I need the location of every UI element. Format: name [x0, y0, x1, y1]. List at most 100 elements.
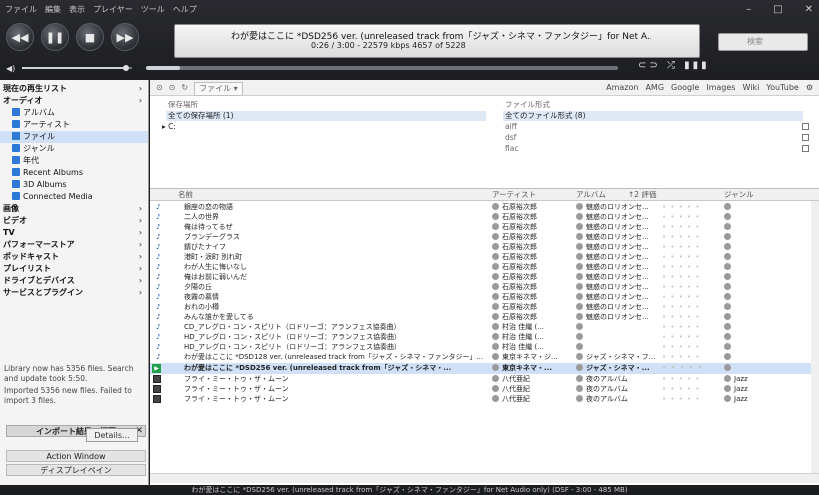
rating-stars[interactable]: • • • • • [662, 273, 720, 282]
rating-stars[interactable]: • • • • • [662, 293, 720, 302]
sidebar-item[interactable]: ジャンル [0, 143, 148, 155]
menu-item[interactable]: プレイヤー [92, 2, 134, 18]
info-icon[interactable] [492, 303, 499, 310]
sidebar-item[interactable]: ファイル [0, 131, 148, 143]
file-view-dropdown[interactable]: ファイル ▾ [194, 82, 243, 96]
info-icon[interactable] [576, 223, 583, 230]
info-icon[interactable] [724, 323, 731, 330]
info-icon[interactable] [576, 375, 583, 382]
sidebar-item[interactable]: 年代 [0, 155, 148, 167]
rating-stars[interactable]: • • • • • [662, 353, 720, 362]
info-icon[interactable] [492, 333, 499, 340]
rating-stars[interactable]: • • • • • [662, 283, 720, 292]
info-icon[interactable] [492, 233, 499, 240]
info-icon[interactable] [576, 233, 583, 240]
sidebar-item[interactable]: サービスとプラグイン › [0, 287, 148, 299]
web-link[interactable]: Amazon [606, 82, 638, 94]
info-icon[interactable] [724, 333, 731, 340]
table-row[interactable]: ♪ みんな誰かを愛してる 石原裕次郎 魅惑のロリオンセ... • • • • • [150, 313, 812, 322]
info-icon[interactable] [576, 333, 583, 340]
location-filter-item[interactable]: 全ての保存場所 (1) [166, 111, 486, 121]
info-icon[interactable] [576, 203, 583, 210]
horizontal-scrollbar[interactable] [150, 473, 819, 483]
info-icon[interactable] [492, 395, 499, 402]
info-icon[interactable] [576, 353, 583, 360]
web-link[interactable]: YouTube [766, 82, 799, 94]
web-link[interactable]: Wiki [742, 82, 759, 94]
back-icon[interactable]: ⊙ [156, 82, 163, 96]
pause-button[interactable]: ❚❚ [41, 23, 69, 51]
gear-icon[interactable]: ⚙ [806, 82, 813, 94]
rating-stars[interactable]: • • • • • [662, 203, 720, 212]
column-genre[interactable]: ジャンル [724, 189, 754, 201]
location-filter-item[interactable]: ▸ C: [160, 122, 480, 132]
info-icon[interactable] [492, 364, 499, 371]
info-icon[interactable] [724, 213, 731, 220]
info-icon[interactable] [576, 323, 583, 330]
web-link[interactable]: Images [706, 82, 735, 94]
column-rating[interactable]: ↑2 評価 [628, 189, 656, 201]
format-filter-item[interactable]: dsf [505, 133, 785, 143]
info-icon[interactable] [576, 313, 583, 320]
info-icon[interactable] [492, 203, 499, 210]
info-icon[interactable] [724, 293, 731, 300]
sidebar-item[interactable]: パフォーマーストア › [0, 239, 148, 251]
menu-item[interactable]: ファイル [4, 2, 38, 18]
rating-stars[interactable]: • • • • • [662, 263, 720, 272]
rating-stars[interactable]: • • • • • [662, 213, 720, 222]
checkbox[interactable] [802, 134, 809, 141]
info-icon[interactable] [576, 253, 583, 260]
rating-stars[interactable]: • • • • • [662, 363, 720, 374]
rating-stars[interactable]: • • • • • [662, 385, 720, 394]
info-icon[interactable] [576, 343, 583, 350]
info-icon[interactable] [492, 385, 499, 392]
sidebar-item[interactable]: ポッドキャスト › [0, 251, 148, 263]
info-icon[interactable] [576, 385, 583, 392]
column-album[interactable]: アルバム [576, 189, 606, 201]
sidebar-header[interactable]: 現在の再生リスト › [0, 83, 148, 95]
vertical-scrollbar[interactable] [811, 201, 819, 473]
table-row[interactable]: ♪ 銀座の恋の物語 石原裕次郎 魅惑のロリオンセ... • • • • • [150, 203, 812, 212]
sidebar-item[interactable]: プレイリスト › [0, 263, 148, 275]
table-row[interactable]: ♪ わが人生に悔いなし 石原裕次郎 魅惑のロリオンセ... • • • • • [150, 263, 812, 272]
sidebar-item[interactable]: TV › [0, 227, 148, 239]
maximize-icon[interactable]: □ [773, 2, 782, 18]
close-icon[interactable]: ✕ [805, 2, 813, 18]
table-row[interactable]: ♪ わが愛はここに *DSD128 ver. (unreleased track … [150, 353, 812, 362]
info-icon[interactable] [492, 253, 499, 260]
info-icon[interactable] [724, 353, 731, 360]
info-icon[interactable] [492, 343, 499, 350]
info-icon[interactable] [724, 385, 731, 392]
info-icon[interactable] [492, 263, 499, 270]
info-icon[interactable] [724, 343, 731, 350]
refresh-icon[interactable]: ↻ [181, 82, 188, 96]
rating-stars[interactable]: • • • • • [662, 343, 720, 352]
previous-button[interactable]: ◀◀ [6, 23, 34, 51]
info-icon[interactable] [576, 395, 583, 402]
rating-stars[interactable]: • • • • • [662, 223, 720, 232]
info-icon[interactable] [724, 263, 731, 270]
checkbox[interactable] [802, 145, 809, 152]
table-row[interactable]: ♪ 俺は待ってるぜ 石原裕次郎 魅惑のロリオンセ... • • • • • [150, 223, 812, 232]
info-icon[interactable] [492, 323, 499, 330]
action-window-button[interactable]: Action Window [6, 450, 146, 462]
seek-bar[interactable] [146, 66, 618, 70]
info-icon[interactable] [492, 273, 499, 280]
info-icon[interactable] [492, 353, 499, 360]
info-icon[interactable] [492, 213, 499, 220]
rating-stars[interactable]: • • • • • [662, 333, 720, 342]
info-icon[interactable] [724, 223, 731, 230]
info-icon[interactable] [492, 293, 499, 300]
format-filter-item[interactable]: flac [505, 144, 785, 154]
table-row[interactable]: ♪ 俺はお前に弱いんだ 石原裕次郎 魅惑のロリオンセ... • • • • • [150, 273, 812, 282]
sidebar-item[interactable]: 3D Albums [0, 179, 148, 191]
display-pane-button[interactable]: ディスプレイペイン [6, 464, 146, 476]
details-button[interactable]: Details... [86, 428, 138, 442]
sidebar-item[interactable]: Recent Albums [0, 167, 148, 179]
sidebar-item[interactable]: 画像 › [0, 203, 148, 215]
table-row[interactable]: ▶ わが愛はここに *DSD256 ver. (unreleased track … [150, 363, 812, 374]
info-icon[interactable] [724, 364, 731, 371]
table-row[interactable]: フライ・ミー・トゥ・ザ・ムーン 八代亜紀 夜のアルバム • • • • • Jazz [150, 375, 812, 384]
info-icon[interactable] [724, 273, 731, 280]
info-icon[interactable] [492, 375, 499, 382]
